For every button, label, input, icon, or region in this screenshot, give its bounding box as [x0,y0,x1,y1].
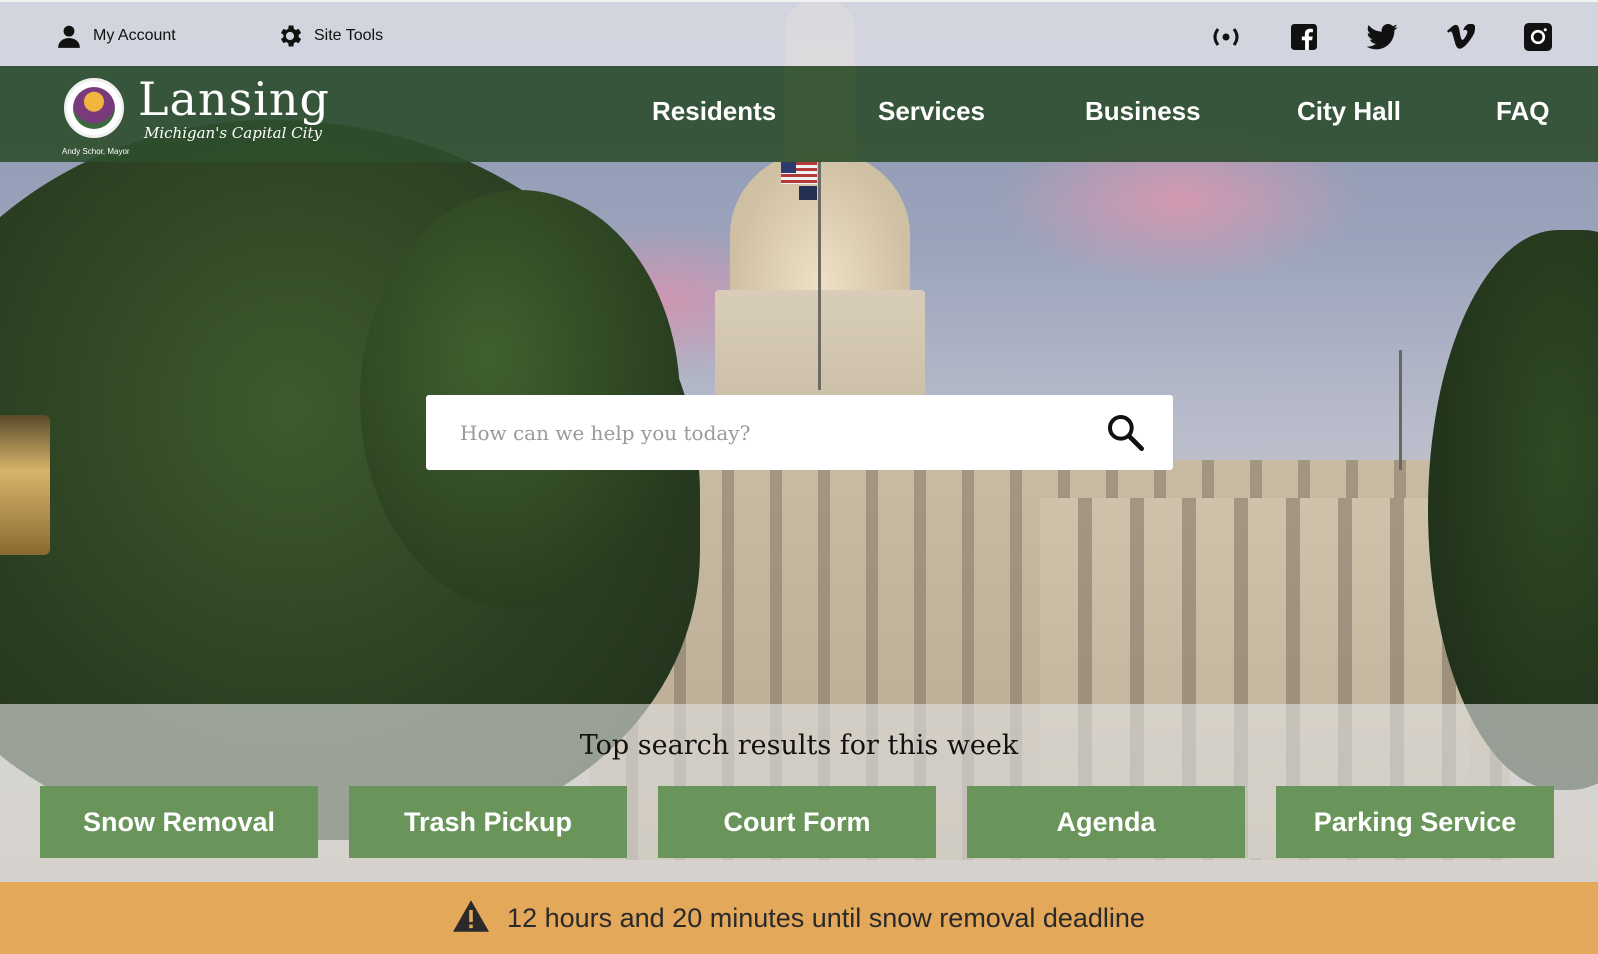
my-account-link[interactable]: My Account [55,22,176,50]
user-icon [55,22,83,50]
site-search [426,395,1173,470]
vimeo-icon[interactable] [1445,21,1477,53]
warning-icon [453,899,490,937]
parking-service-button[interactable]: Parking Service [1276,786,1554,858]
us-flag [781,162,817,184]
nav-services[interactable]: Services [878,96,985,127]
street-lamp [0,415,50,555]
alert-banner[interactable]: 12 hours and 20 minutes until snow remov… [0,882,1598,954]
top-results: Top search results for this week Snow Re… [0,704,1598,882]
agenda-button[interactable]: Agenda [967,786,1245,858]
search-input[interactable] [426,395,1066,470]
spire [1399,350,1402,470]
facebook-icon[interactable] [1288,21,1320,53]
flagpole [818,160,821,390]
trash-pickup-button[interactable]: Trash Pickup [349,786,627,858]
court-form-button[interactable]: Court Form [658,786,936,858]
my-account-label: My Account [93,27,176,44]
nav-faq[interactable]: FAQ [1496,96,1549,127]
main-nav: Lansing Michigan's Capital City Andy Sch… [0,66,1598,162]
top-results-title: Top search results for this week [579,730,1019,761]
state-flag [799,186,817,200]
utility-bar: My Account Site Tools [0,0,1598,66]
broadcast-icon[interactable] [1210,21,1242,53]
logo-tagline: Michigan's Capital City [144,124,322,142]
instagram-icon[interactable] [1522,21,1554,53]
logo-wordmark: Lansing [138,72,330,126]
site-tools-label: Site Tools [314,27,384,44]
nav-city-hall[interactable]: City Hall [1297,96,1401,127]
gear-icon [276,22,304,50]
snow-removal-button[interactable]: Snow Removal [40,786,318,858]
nav-business[interactable]: Business [1085,96,1201,127]
twitter-icon[interactable] [1366,21,1398,53]
search-icon[interactable] [1105,412,1145,452]
nav-residents[interactable]: Residents [652,96,776,127]
mayor-label: Andy Schor, Mayor [62,147,130,156]
city-logo[interactable]: Lansing Michigan's Capital City Andy Sch… [62,72,352,156]
city-seal-icon [64,78,124,138]
site-tools-link[interactable]: Site Tools [276,22,383,50]
alert-message: 12 hours and 20 minutes until snow remov… [507,902,1145,933]
